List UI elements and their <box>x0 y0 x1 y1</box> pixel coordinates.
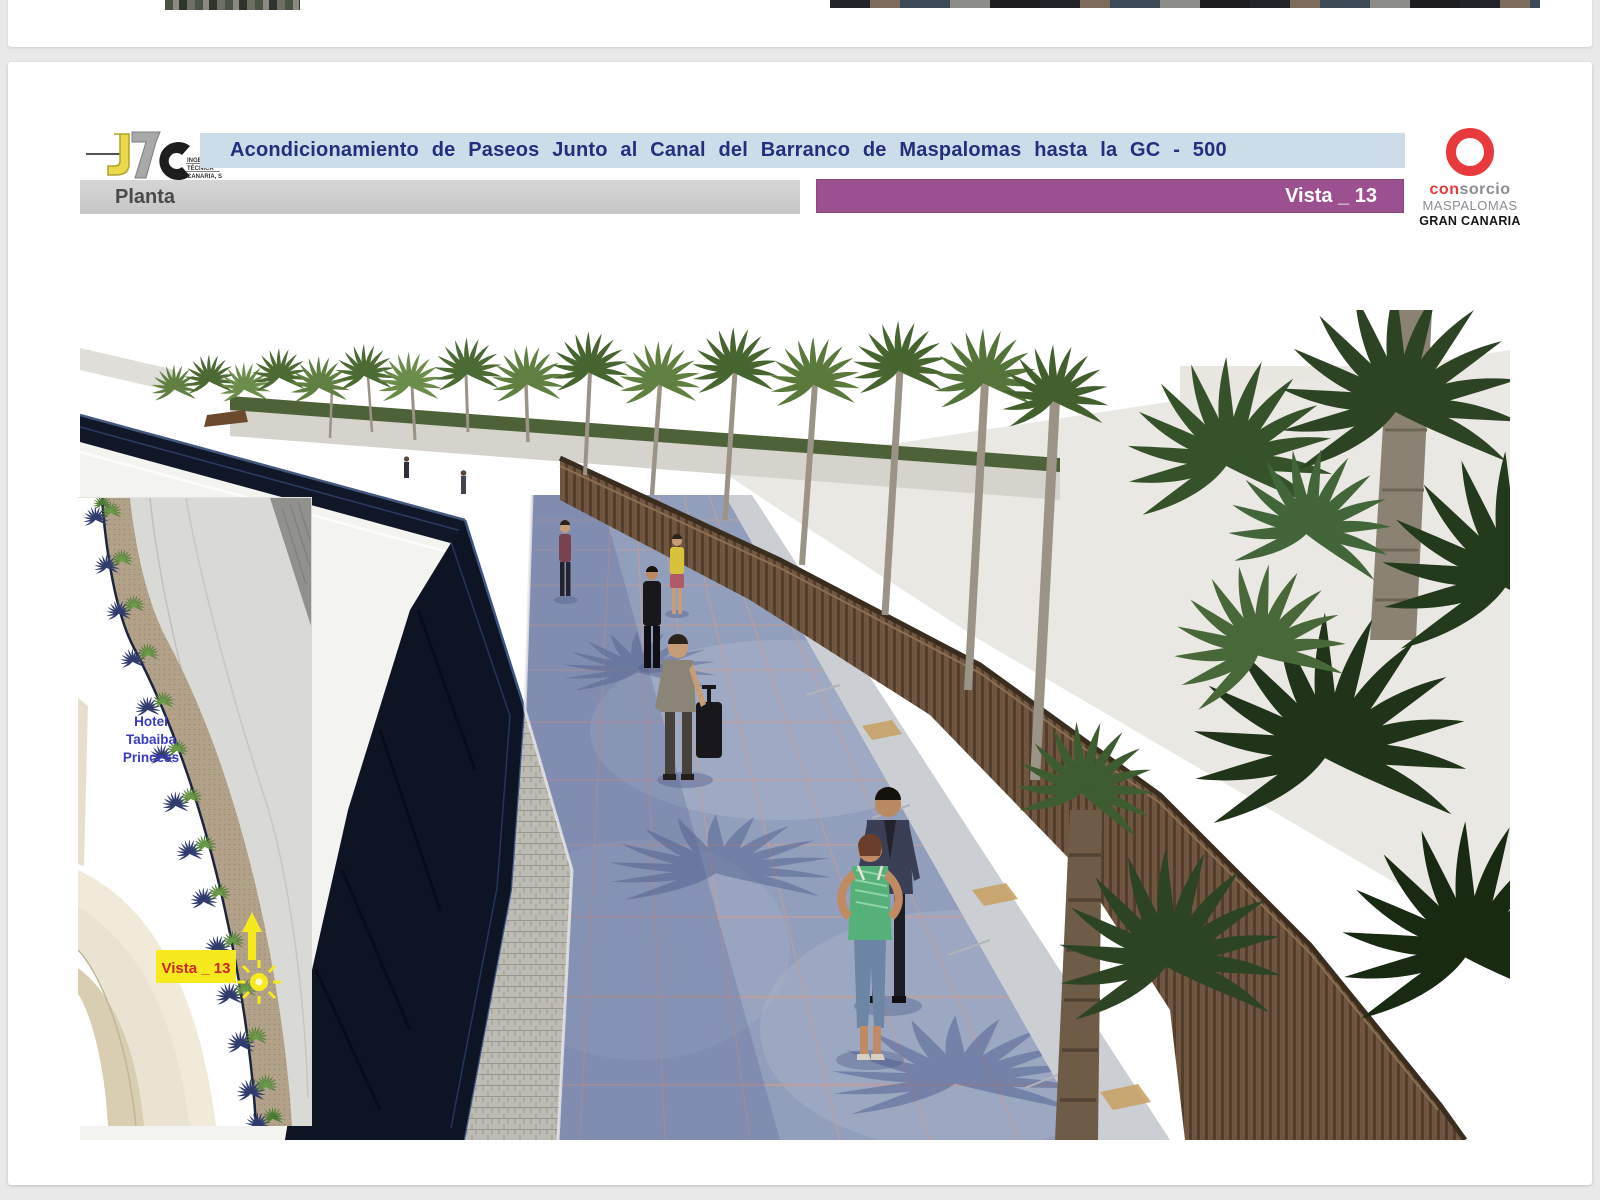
consorcio-grancanaria-text: GRAN CANARIA <box>1419 214 1521 228</box>
consorcio-wordmark: consorcio <box>1430 181 1511 198</box>
sheet-type-bar: Planta <box>80 180 800 214</box>
document-viewer: { "header": { "jtc_logo": { "line1": "IN… <box>0 0 1600 1200</box>
previous-page-image-fragment <box>830 0 1540 8</box>
sheet-type-label: Planta <box>80 186 175 209</box>
inset-plan-image: Hotel Tabaiba Princess Vista _ 13 <box>78 497 312 1126</box>
consorcio-ring-icon <box>1451 133 1489 171</box>
consorcio-maspalomas-logo: consorcio MASPALOMAS GRAN CANARIA <box>1418 122 1522 230</box>
sheet-title: Acondicionamiento de Paseos Junto al Can… <box>200 139 1227 162</box>
view-marker-label: Vista _ 13 <box>162 960 231 977</box>
previous-page <box>8 0 1592 47</box>
previous-page-image-fragment <box>165 0 300 10</box>
hotel-label-line2: Tabaiba <box>126 732 177 747</box>
sun-icon <box>237 960 281 1004</box>
sheet-title-bar: Acondicionamiento de Paseos Junto al Can… <box>200 133 1405 168</box>
hotel-label-line1: Hotel <box>134 714 168 729</box>
consorcio-maspalomas-text: MASPALOMAS <box>1422 198 1517 213</box>
hotel-label-line3: Princess <box>123 750 179 765</box>
view-number-label: Vista _ 13 <box>1285 185 1403 208</box>
view-number-bar: Vista _ 13 <box>816 179 1404 213</box>
